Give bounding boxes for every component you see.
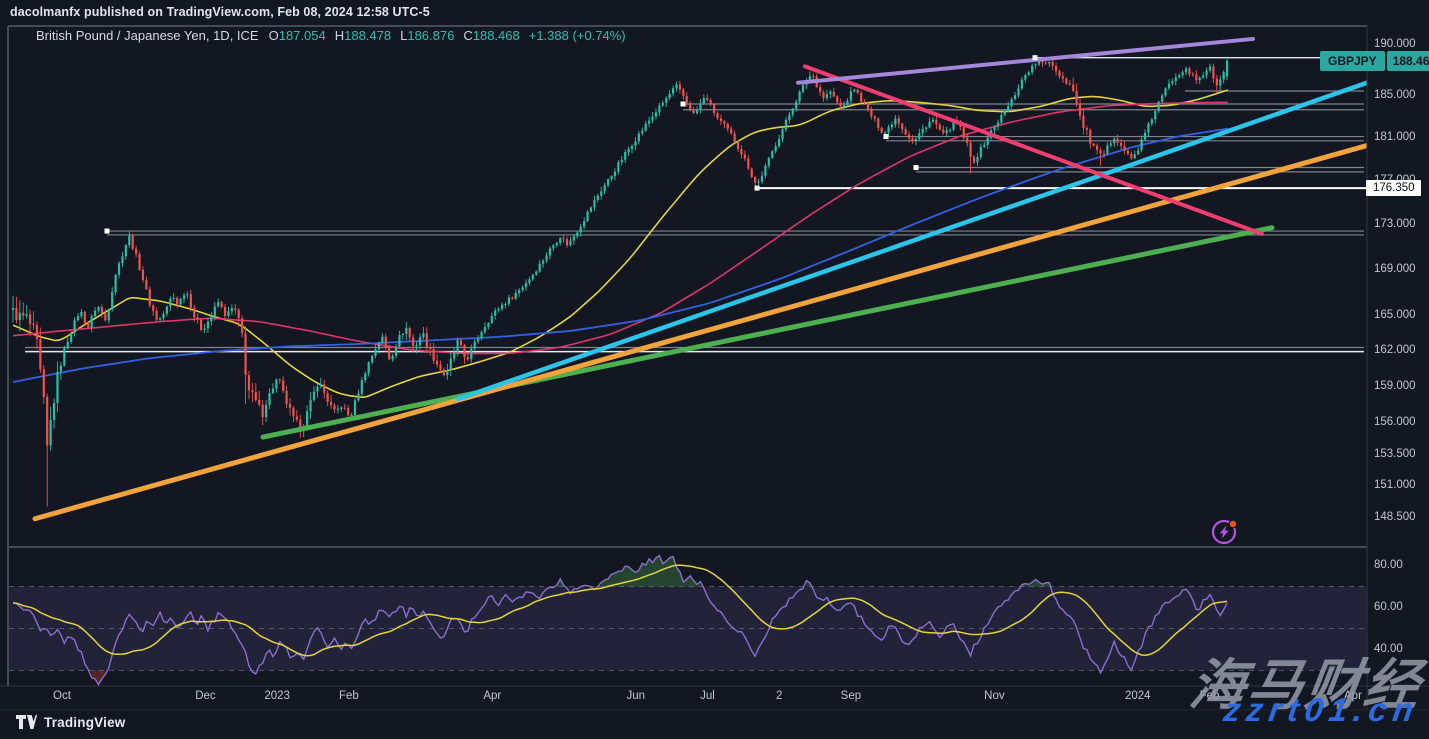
- price-axis-label: 165.000: [1374, 309, 1416, 321]
- time-axis-label: Dec: [195, 690, 215, 702]
- time-axis-label: 2024: [1125, 690, 1151, 702]
- symbol-title: British Pound / Japanese Yen, 1D, ICE: [36, 28, 259, 43]
- rsi-axis-label: 60.00: [1374, 601, 1403, 613]
- ohlc-l: L186.876: [400, 28, 454, 43]
- time-axis-label: Nov: [984, 690, 1004, 702]
- rsi-axis-label: 80.00: [1374, 559, 1403, 571]
- time-axis-label: 2: [776, 690, 782, 702]
- time-axis-label: Feb: [339, 690, 359, 702]
- price-axis-label: 185.000: [1374, 89, 1416, 101]
- price-axis-label: 190.000: [1374, 38, 1416, 50]
- boost-button[interactable]: [1209, 516, 1241, 553]
- time-axis-label: Jun: [626, 690, 645, 702]
- candlesticks: [12, 57, 1228, 507]
- green-support: [263, 228, 1272, 437]
- time-axis-label: Sep: [841, 690, 861, 702]
- tradingview-logo-text: TradingView: [44, 715, 125, 730]
- price-axis-label: 173.000: [1374, 218, 1416, 230]
- price-axis-label: 162.000: [1374, 344, 1416, 356]
- symbol-legend: British Pound / Japanese Yen, 1D, ICE O18…: [36, 28, 626, 43]
- tradingview-logo[interactable]: TradingView: [16, 714, 125, 730]
- price-axis-label: 153.500: [1374, 448, 1416, 460]
- time-axis-label: Jul: [700, 690, 715, 702]
- lightning-circle-icon: [1209, 516, 1241, 548]
- ohlc-c: C188.468: [463, 28, 519, 43]
- chart-canvas[interactable]: [0, 0, 1429, 739]
- ohlc-values: O187.054 H188.478 L186.876 C188.468: [269, 28, 529, 43]
- tradingview-mark-icon: [16, 714, 37, 730]
- price-axis-label: 151.000: [1374, 479, 1416, 491]
- symbol-badge-label: GBPJPY: [1320, 51, 1385, 71]
- price-line-badge: 176.350: [1366, 180, 1421, 196]
- rsi-pane[interactable]: [9, 556, 1367, 685]
- watermark-url[interactable]: zzrt01.cn: [1221, 691, 1422, 729]
- time-axis-label: 2023: [264, 690, 290, 702]
- time-axis-label: Apr: [483, 690, 501, 702]
- price-axis-label: 148.500: [1374, 511, 1416, 523]
- ohlc-h: H188.478: [335, 28, 391, 43]
- symbol-price-badge: GBPJPY 188.468: [1320, 51, 1429, 71]
- orange-support: [35, 146, 1367, 519]
- price-axis-label: 156.000: [1374, 416, 1416, 428]
- change-value: +1.388 (+0.74%): [529, 28, 626, 43]
- price-axis-label: 181.000: [1374, 131, 1416, 143]
- ohlc-o: O187.054: [269, 28, 326, 43]
- price-pane[interactable]: [12, 39, 1367, 519]
- symbol-badge-price: 188.468: [1387, 51, 1429, 71]
- time-axis-label: Oct: [53, 690, 71, 702]
- tradingview-chart-screenshot: dacolmanfx published on TradingView.com,…: [0, 0, 1429, 739]
- price-axis-label: 169.000: [1374, 263, 1416, 275]
- price-axis-label: 159.000: [1374, 380, 1416, 392]
